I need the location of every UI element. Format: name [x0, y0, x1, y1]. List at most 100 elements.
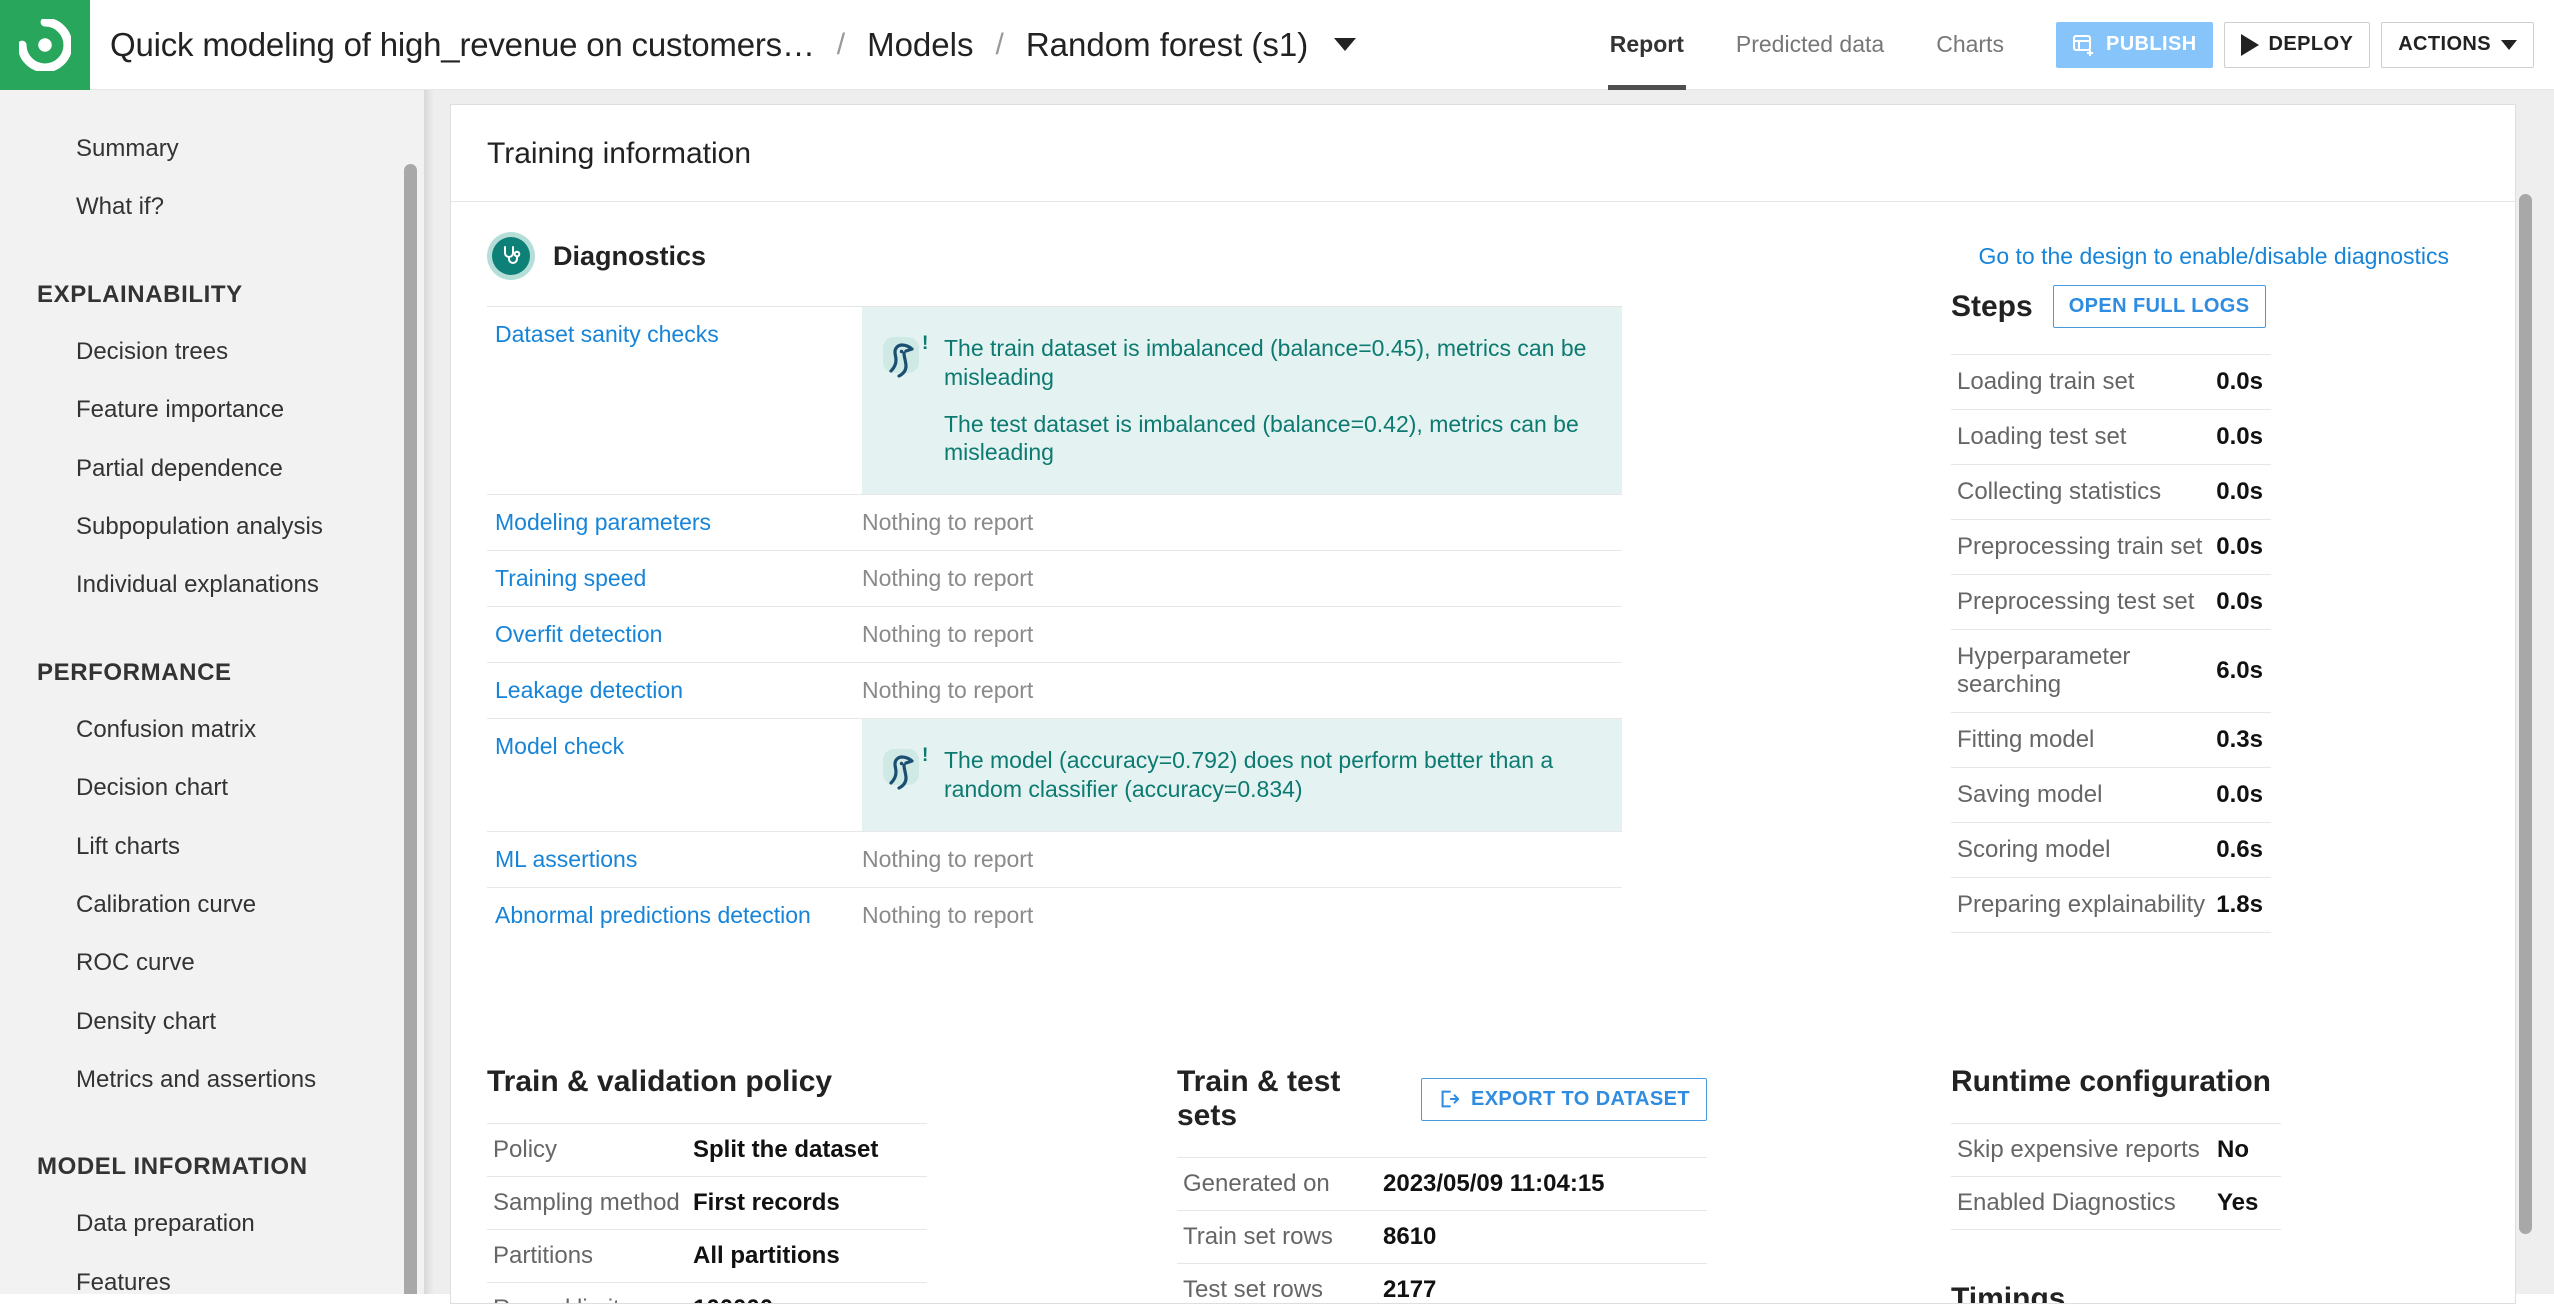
- runtime-configuration-section: Runtime configuration Skip expensive rep…: [1951, 1065, 2281, 1304]
- export-to-dataset-button[interactable]: EXPORT TO DATASET: [1420, 1077, 1707, 1121]
- row-value: Split the dataset: [693, 1136, 879, 1163]
- diagnostics-check-link[interactable]: Abnormal predictions detection: [487, 888, 862, 943]
- runtime-configuration-title: Runtime configuration: [1951, 1065, 2271, 1098]
- tab-charts[interactable]: Charts: [1910, 0, 2030, 90]
- diagnostics-check-link[interactable]: Overfit detection: [487, 607, 862, 662]
- step-row: Preprocessing test set 0.0s: [1951, 575, 2271, 630]
- diagnostics-row: Dataset sanity checks! The train dataset …: [487, 307, 1622, 495]
- sidebar-list: Summary What if? EXPLAINABILITY Decision tr…: [0, 90, 435, 1294]
- row-value: First records: [693, 1189, 840, 1216]
- sidebar: Summary What if? EXPLAINABILITY Decision tr…: [0, 90, 435, 1294]
- row-value: All partitions: [693, 1242, 840, 1269]
- steps-title: Steps: [1951, 289, 2033, 323]
- warning-bird-icon-wrap: !: [880, 737, 934, 804]
- publish-icon: [2072, 34, 2093, 56]
- stethoscope-glyph: [504, 246, 521, 264]
- step-row: Fitting model 0.3s: [1951, 713, 2271, 768]
- export-to-dataset-label: EXPORT TO DATASET: [1470, 1087, 1690, 1110]
- sidebar-item-lift-charts[interactable]: Lift charts: [0, 818, 435, 876]
- model-dropdown-caret-icon[interactable]: [1334, 38, 1357, 51]
- table-row: Generated on 2023/05/09 11:04:15: [1177, 1158, 1707, 1211]
- sidebar-item-decision-chart[interactable]: Decision chart: [0, 759, 435, 817]
- diagnostics-row: Overfit detection Nothing to report: [487, 607, 1622, 663]
- step-name: Loading test set: [1957, 423, 2127, 450]
- row-label: Policy: [493, 1136, 558, 1163]
- publish-button[interactable]: PUBLISH: [2055, 21, 2213, 68]
- sidebar-item-confusion-matrix[interactable]: Confusion matrix: [0, 701, 435, 759]
- sidebar-item-individual-explanations[interactable]: Individual explanations: [0, 556, 435, 614]
- sidebar-item-what-if[interactable]: What if?: [0, 178, 435, 236]
- export-icon: [1441, 1090, 1460, 1108]
- diagnostics-check-link[interactable]: Modeling parameters: [487, 495, 862, 550]
- svg-text:!: !: [922, 745, 928, 766]
- chevron-down-icon: [2501, 39, 2517, 50]
- sidebar-item-calibration-curve[interactable]: Calibration curve: [0, 876, 435, 934]
- publish-button-label: PUBLISH: [2105, 33, 2197, 55]
- sidebar-item-data-preparation[interactable]: Data preparation: [0, 1195, 435, 1253]
- step-name: Fitting model: [1957, 726, 2095, 753]
- diagnostics-design-link[interactable]: Go to the design to enable/disable diagn…: [1978, 243, 2479, 270]
- diagnostics-alert-message: The test dataset is imbalanced (balance=…: [944, 410, 1579, 466]
- actions-button[interactable]: ACTIONS: [2381, 21, 2534, 68]
- diagnostics-row: Model check! The model (accuracy=0.792) d…: [487, 719, 1622, 832]
- diagnostics-row: ML assertions Nothing to report: [487, 832, 1622, 888]
- row-value: No: [2217, 1136, 2249, 1163]
- step-row: Scoring model 0.6s: [1951, 823, 2271, 878]
- tab-predicted-data[interactable]: Predicted data: [1710, 0, 1910, 90]
- step-name: Preparing explainability: [1957, 891, 2206, 918]
- step-duration: 0.0s: [2216, 781, 2263, 808]
- row-label: Train set rows: [1183, 1223, 1333, 1250]
- steps-list: Loading train set 0.0s Loading test set 0.0…: [1951, 354, 2271, 933]
- steps-panel: Steps OPEN FULL LOGS Loading train set 0.…: [1951, 285, 2271, 933]
- sidebar-item-summary[interactable]: Summary: [0, 120, 435, 178]
- step-row: Loading test set 0.0s: [1951, 410, 2271, 465]
- open-full-logs-button[interactable]: OPEN FULL LOGS: [2052, 285, 2266, 328]
- step-row: Hyperparameter searching 6.0s: [1951, 630, 2271, 713]
- sidebar-item-feature-importance[interactable]: Feature importance: [0, 381, 435, 439]
- sidebar-scrollbar[interactable]: [404, 164, 417, 1294]
- warning-bird-icon-wrap: !: [880, 325, 934, 392]
- breadcrumb: Quick modeling of high_revenue on custom…: [90, 26, 1584, 64]
- diagnostics-check-link[interactable]: ML assertions: [487, 832, 862, 887]
- step-duration: 1.8s: [2216, 891, 2263, 918]
- top-bar: Quick modeling of high_revenue on custom…: [0, 0, 2554, 90]
- deploy-button[interactable]: DEPLOY: [2223, 21, 2371, 68]
- sidebar-item-roc-curve[interactable]: ROC curve: [0, 934, 435, 992]
- diagnostics-status: Nothing to report: [862, 677, 1034, 703]
- diagnostics-title: Diagnostics: [553, 240, 707, 271]
- row-value: 8610: [1383, 1223, 1437, 1250]
- diagnostics-status: Nothing to report: [862, 621, 1034, 647]
- timings-title: Timings: [1951, 1282, 2066, 1304]
- stethoscope-icon: [492, 237, 530, 275]
- tab-report[interactable]: Report: [1584, 0, 1710, 90]
- sidebar-item-decision-trees[interactable]: Decision trees: [0, 323, 435, 381]
- diagnostics-row: Modeling parameters Nothing to report: [487, 495, 1622, 551]
- sidebar-item-subpopulation-analysis[interactable]: Subpopulation analysis: [0, 498, 435, 556]
- table-row: Skip expensive reports No: [1951, 1124, 2281, 1177]
- step-name: Scoring model: [1957, 836, 2111, 863]
- sidebar-item-features[interactable]: Features: [0, 1254, 435, 1294]
- step-duration: 0.0s: [2216, 368, 2263, 395]
- breadcrumb-model-name[interactable]: Random forest (s1): [1026, 26, 1308, 64]
- train-test-sets-table: Generated on 2023/05/09 11:04:15 Train set…: [1177, 1157, 1707, 1303]
- sidebar-item-density-chart[interactable]: Density chart: [0, 993, 435, 1051]
- app-logo[interactable]: [0, 0, 90, 90]
- step-duration: 0.0s: [2216, 423, 2263, 450]
- diagnostics-alert-messages: The train dataset is imbalanced (balance…: [934, 325, 1598, 476]
- breadcrumb-project-title[interactable]: Quick modeling of high_revenue on custom…: [110, 26, 815, 64]
- table-row: Test set rows 2177: [1177, 1264, 1707, 1303]
- warning-bird-icon: !: [883, 745, 928, 790]
- row-label: Sampling method: [493, 1189, 680, 1216]
- sidebar-item-partial-dependence[interactable]: Partial dependence: [0, 440, 435, 498]
- diagnostics-check-link[interactable]: Training speed: [487, 551, 862, 606]
- sidebar-item-metrics-and-assertions[interactable]: Metrics and assertions: [0, 1051, 435, 1109]
- diagnostics-check-link[interactable]: Dataset sanity checks: [487, 307, 862, 362]
- diagnostics-check-link[interactable]: Leakage detection: [487, 663, 862, 718]
- warning-bird-icon: !: [883, 333, 928, 378]
- step-name: Collecting statistics: [1957, 478, 2162, 505]
- diagnostics-check-link[interactable]: Model check: [487, 719, 862, 774]
- diagnostics-status: Nothing to report: [862, 509, 1034, 535]
- main-scrollbar[interactable]: [2519, 194, 2532, 1234]
- breadcrumb-models[interactable]: Models: [867, 26, 973, 64]
- step-name: Preprocessing test set: [1957, 588, 2195, 615]
